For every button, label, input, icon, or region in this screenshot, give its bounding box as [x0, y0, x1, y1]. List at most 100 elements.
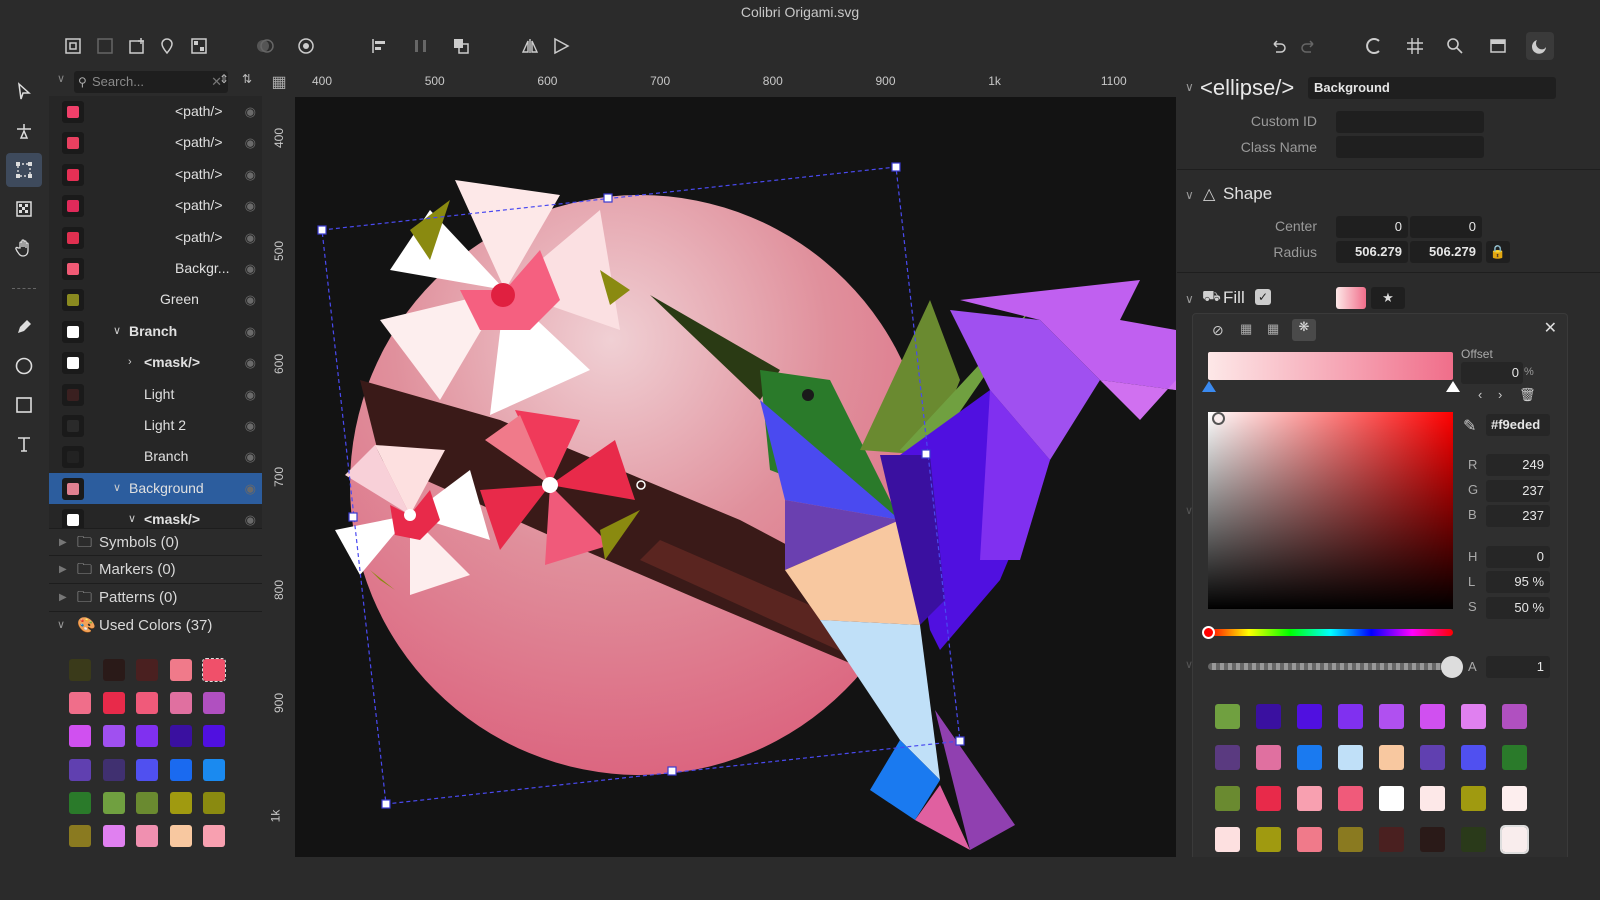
palette-swatch[interactable]	[1461, 827, 1486, 852]
collapse-all-icon[interactable]: ⇅	[242, 72, 252, 86]
hue-handle[interactable]	[1202, 626, 1215, 639]
collapse-chevron-icon[interactable]: ∨	[57, 72, 65, 85]
palette-swatch[interactable]	[1215, 786, 1240, 811]
gradient-bar[interactable]	[1208, 352, 1453, 380]
linear-pattern-icon[interactable]: ▦	[1240, 321, 1252, 337]
symbols-section[interactable]: ▶ 🗀 Symbols (0)	[49, 528, 262, 555]
palette-swatch[interactable]	[1338, 704, 1363, 729]
palette-swatch[interactable]	[1502, 786, 1527, 811]
patterns-section[interactable]: ▶ 🗀 Patterns (0)	[49, 583, 262, 610]
element-name-field[interactable]: Background	[1308, 77, 1556, 99]
palette-swatch[interactable]	[1502, 745, 1527, 770]
layer-search-input[interactable]: ⚲ Search... ✕	[74, 71, 228, 93]
expanded-chevron-icon[interactable]: ∨	[128, 504, 136, 528]
ruler-grid-icon[interactable]: ▦	[263, 66, 295, 97]
color-swatch[interactable]	[102, 791, 125, 814]
eye-icon[interactable]: ◉	[245, 347, 256, 378]
palette-swatch[interactable]	[1338, 827, 1363, 852]
gradient-icon[interactable]	[6, 192, 42, 226]
canvas-area[interactable]: ▦ 400 500 600 700 800 900 1k 1100 400 500 600 700 8…	[263, 66, 1176, 857]
lock-icon[interactable]: 🔒	[1486, 241, 1510, 263]
color-swatch[interactable]	[69, 725, 91, 748]
layer-row[interactable]: Branch ◉	[49, 441, 262, 472]
palette-swatch[interactable]	[1256, 827, 1281, 852]
flip-vertical-icon[interactable]	[547, 32, 575, 60]
view-mode-icon[interactable]	[1484, 32, 1512, 60]
new-layer-icon[interactable]	[123, 32, 151, 60]
layer-row[interactable]: Green ◉	[49, 284, 262, 315]
palette-swatch[interactable]	[1500, 825, 1529, 854]
alpha-slider[interactable]	[1208, 663, 1453, 670]
eye-icon[interactable]: ◉	[245, 379, 256, 410]
palette-swatch[interactable]	[1379, 704, 1404, 729]
hand-icon[interactable]	[6, 231, 42, 265]
h-field[interactable]: 0	[1486, 546, 1550, 568]
object-ops-icon[interactable]	[292, 32, 320, 60]
color-swatch[interactable]	[169, 659, 192, 681]
r-field[interactable]: 249	[1486, 454, 1550, 476]
eye-icon[interactable]: ◉	[245, 127, 256, 158]
select-frame-icon[interactable]	[59, 32, 87, 60]
zoom-icon[interactable]	[1441, 32, 1469, 60]
text-icon[interactable]	[6, 427, 42, 461]
eye-icon[interactable]: ◉	[245, 410, 256, 441]
palette-swatch[interactable]	[1420, 704, 1445, 729]
palette-swatch[interactable]	[1461, 745, 1486, 770]
color-swatch[interactable]	[203, 758, 225, 781]
eye-icon[interactable]: ◉	[245, 159, 256, 190]
layer-row[interactable]: ∨ Background ◉	[49, 472, 262, 504]
color-swatch[interactable]	[136, 692, 158, 715]
color-swatch[interactable]	[202, 658, 226, 682]
color-swatch[interactable]	[136, 659, 158, 681]
radial-pattern-icon[interactable]: ▦	[1267, 321, 1279, 337]
fill-enabled-checkbox[interactable]: ✓	[1255, 289, 1271, 305]
hex-field[interactable]: #f9eded	[1486, 414, 1550, 436]
pen-icon[interactable]	[6, 310, 42, 344]
eye-icon[interactable]: ◉	[245, 504, 256, 528]
color-swatch[interactable]	[203, 825, 225, 847]
layer-row[interactable]: › <mask/> ◉	[49, 347, 262, 378]
used-colors-section[interactable]: ∨ 🎨 Used Colors (37)	[49, 611, 262, 638]
redo-icon[interactable]	[1295, 32, 1323, 60]
layer-row[interactable]: <path/> ◉	[49, 222, 262, 253]
palette-swatch[interactable]	[1215, 745, 1240, 770]
a-field[interactable]: 1	[1486, 656, 1550, 678]
trash-icon[interactable]: 🗑	[1519, 387, 1536, 403]
radius-x-field[interactable]: 506.279	[1336, 241, 1408, 263]
layer-row[interactable]: <path/> ◉	[49, 190, 262, 221]
palette-swatch[interactable]	[1461, 786, 1486, 811]
expanded-chevron-icon[interactable]: ∨	[113, 473, 121, 504]
prev-stop-icon[interactable]: ‹	[1478, 387, 1482, 402]
color-swatch[interactable]	[169, 791, 192, 814]
g-field[interactable]: 237	[1486, 480, 1550, 502]
markers-section[interactable]: ▶ 🗀 Markers (0)	[49, 555, 262, 582]
color-swatch[interactable]	[69, 791, 91, 814]
s-field[interactable]: 50 %	[1486, 597, 1550, 619]
eye-icon[interactable]: ◉	[245, 190, 256, 221]
eye-icon[interactable]: ◉	[245, 96, 256, 127]
palette-swatch[interactable]	[1297, 704, 1322, 729]
eye-icon[interactable]: ◉	[245, 222, 256, 253]
custom-id-field[interactable]	[1336, 111, 1484, 133]
color-swatch[interactable]	[102, 758, 125, 781]
flip-horizontal-icon[interactable]	[516, 32, 544, 60]
palette-swatch[interactable]	[1256, 745, 1281, 770]
layer-row[interactable]: <path/> ◉	[49, 96, 262, 127]
palette-swatch[interactable]	[1502, 704, 1527, 729]
palette-swatch[interactable]	[1379, 745, 1404, 770]
center-y-field[interactable]: 0	[1410, 216, 1482, 238]
expanded-chevron-icon[interactable]: ∨	[113, 316, 121, 347]
color-swatch[interactable]	[203, 725, 225, 748]
color-swatch[interactable]	[136, 758, 158, 781]
eye-icon[interactable]: ◉	[245, 441, 256, 472]
layer-row[interactable]: ∨ <mask/> ◉	[49, 504, 262, 528]
undo-icon[interactable]	[1264, 32, 1292, 60]
star-preset-icon[interactable]: ★	[1371, 287, 1405, 309]
grid-icon[interactable]	[1401, 32, 1429, 60]
color-swatch[interactable]	[136, 725, 158, 748]
eyedropper-icon[interactable]: ✎	[1463, 416, 1476, 436]
palette-swatch[interactable]	[1379, 786, 1404, 811]
center-x-field[interactable]: 0	[1336, 216, 1408, 238]
offset-field[interactable]: 0	[1461, 362, 1523, 384]
transform-icon[interactable]	[6, 153, 42, 187]
